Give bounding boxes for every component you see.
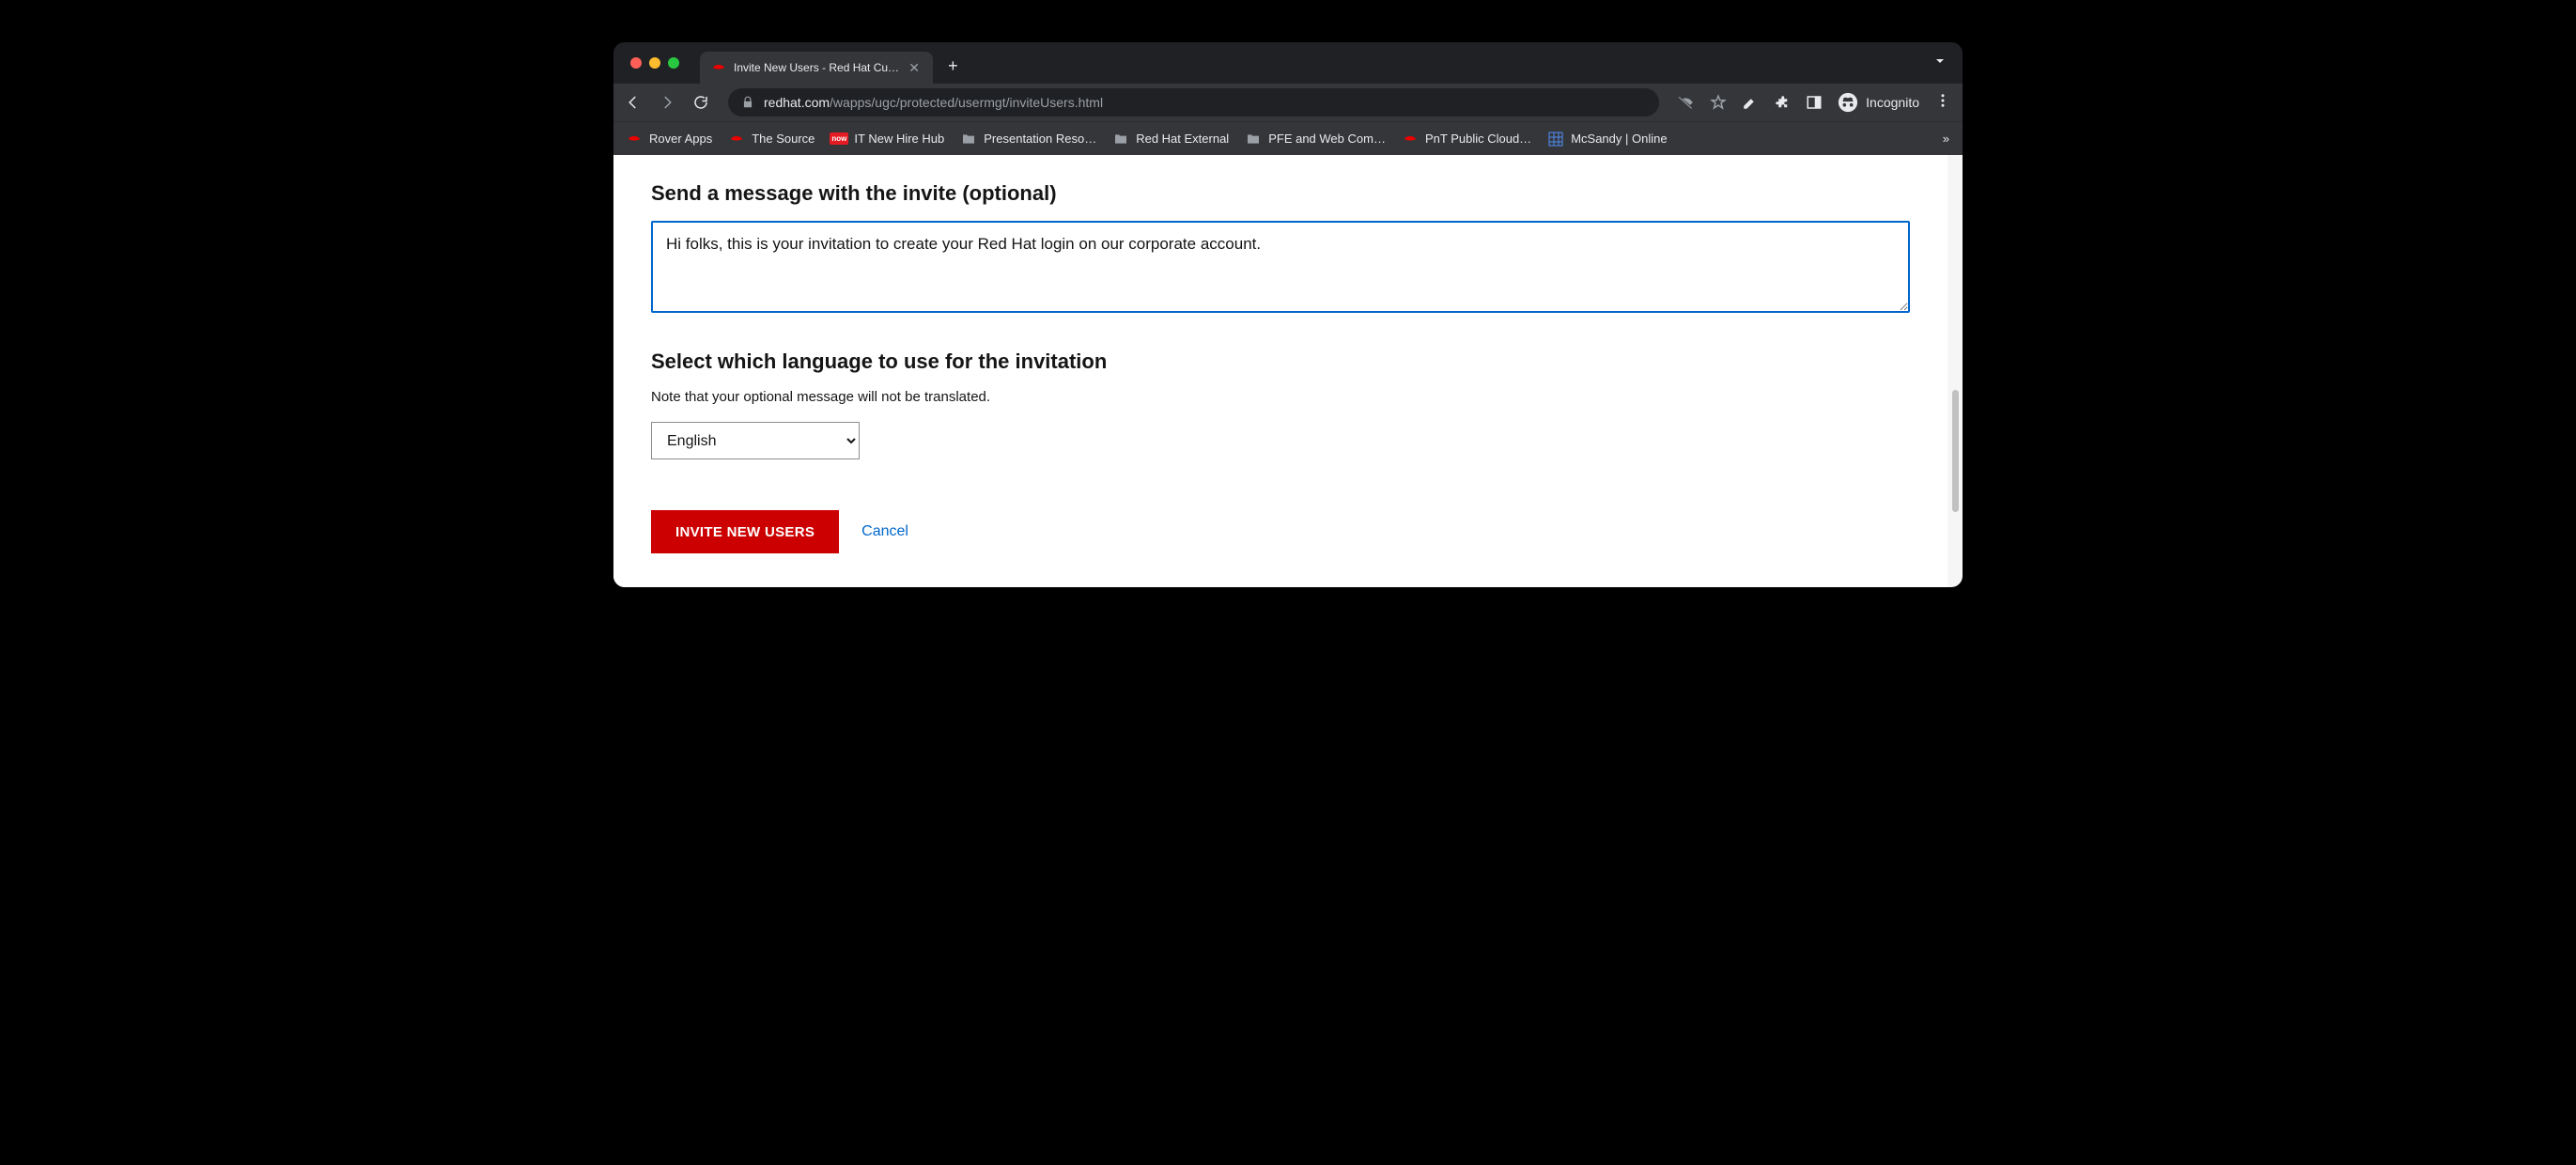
invite-new-users-button[interactable]: INVITE NEW USERS (651, 510, 839, 553)
window-controls (630, 57, 679, 69)
nav-controls (625, 94, 709, 111)
bookmark-item[interactable]: Rover Apps (627, 132, 712, 147)
browser-toolbar: redhat.com/wapps/ugc/protected/usermgt/i… (613, 84, 1963, 121)
close-tab-icon[interactable]: ✕ (907, 61, 922, 74)
bookmark-label: PFE and Web Com… (1268, 132, 1386, 146)
bookmark-overflow-icon[interactable]: » (1943, 132, 1949, 146)
language-note: Note that your optional message will not… (651, 389, 1910, 405)
bookmark-label: Rover Apps (649, 132, 712, 146)
toolbar-right: Incognito (1678, 92, 1951, 114)
grid-icon (1548, 132, 1563, 147)
side-panel-icon[interactable] (1806, 94, 1823, 111)
url-text: redhat.com/wapps/ugc/protected/usermgt/i… (764, 95, 1103, 110)
bookmark-label: Red Hat External (1136, 132, 1229, 146)
eye-off-icon[interactable] (1678, 94, 1695, 111)
back-icon[interactable] (625, 94, 642, 111)
extensions-pen-icon[interactable] (1742, 94, 1759, 111)
bookmark-item[interactable]: now IT New Hire Hub (831, 132, 944, 147)
folder-icon (1246, 132, 1261, 147)
form-actions: INVITE NEW USERS Cancel (651, 510, 1910, 553)
page-viewport: Send a message with the invite (optional… (613, 155, 1963, 587)
tab-title: Invite New Users - Red Hat Cu… (734, 61, 899, 74)
redhat-icon (729, 132, 744, 147)
browser-tab[interactable]: Invite New Users - Red Hat Cu… ✕ (700, 52, 933, 84)
browser-window: Invite New Users - Red Hat Cu… ✕ + r (613, 42, 1963, 587)
folder-icon (1113, 132, 1128, 147)
redhat-icon (627, 132, 642, 147)
lock-icon (741, 96, 754, 109)
bookmark-item[interactable]: The Source (729, 132, 815, 147)
extensions-puzzle-icon[interactable] (1774, 94, 1791, 111)
page-scrollbar[interactable] (1948, 155, 1959, 587)
minimize-window-button[interactable] (649, 57, 660, 69)
redhat-icon (1403, 132, 1418, 147)
bookmark-item[interactable]: Red Hat External (1113, 132, 1229, 147)
bookmark-item[interactable]: McSandy | Online (1548, 132, 1667, 147)
bookmark-label: IT New Hire Hub (854, 132, 944, 146)
browser-menu-icon[interactable] (1934, 92, 1951, 114)
language-select[interactable]: English (651, 422, 860, 459)
forward-icon[interactable] (659, 94, 675, 111)
scrollbar-thumb[interactable] (1952, 390, 1959, 512)
bookmark-item[interactable]: PnT Public Cloud… (1403, 132, 1531, 147)
cancel-link[interactable]: Cancel (861, 523, 908, 540)
now-icon: now (831, 132, 846, 147)
new-tab-button[interactable]: + (948, 56, 958, 76)
bookmarks-bar: Rover Apps The Source now IT New Hire Hub Pr… (613, 121, 1963, 155)
tab-favicon-redhat-icon (711, 60, 726, 75)
bookmark-label: PnT Public Cloud… (1425, 132, 1531, 146)
page-content: Send a message with the invite (optional… (613, 155, 1948, 587)
bookmark-label: Presentation Reso… (984, 132, 1096, 146)
bookmark-star-icon[interactable] (1710, 94, 1727, 111)
bookmark-label: McSandy | Online (1571, 132, 1667, 146)
language-heading: Select which language to use for the inv… (651, 350, 1910, 374)
close-window-button[interactable] (630, 57, 642, 69)
tab-strip: Invite New Users - Red Hat Cu… ✕ + (613, 42, 1963, 84)
incognito-indicator[interactable]: Incognito (1838, 92, 1919, 113)
maximize-window-button[interactable] (668, 57, 679, 69)
tab-search-icon[interactable] (1932, 54, 1948, 73)
folder-icon (961, 132, 976, 147)
bookmark-label: The Source (752, 132, 815, 146)
incognito-label: Incognito (1866, 95, 1919, 110)
invite-message-textarea[interactable] (651, 221, 1910, 313)
url-domain: redhat.com (764, 95, 830, 110)
message-heading: Send a message with the invite (optional… (651, 181, 1910, 206)
bookmark-item[interactable]: PFE and Web Com… (1246, 132, 1386, 147)
url-path: /wapps/ugc/protected/usermgt/inviteUsers… (830, 95, 1103, 110)
reload-icon[interactable] (692, 94, 709, 111)
bookmark-item[interactable]: Presentation Reso… (961, 132, 1096, 147)
address-bar[interactable]: redhat.com/wapps/ugc/protected/usermgt/i… (728, 88, 1659, 116)
